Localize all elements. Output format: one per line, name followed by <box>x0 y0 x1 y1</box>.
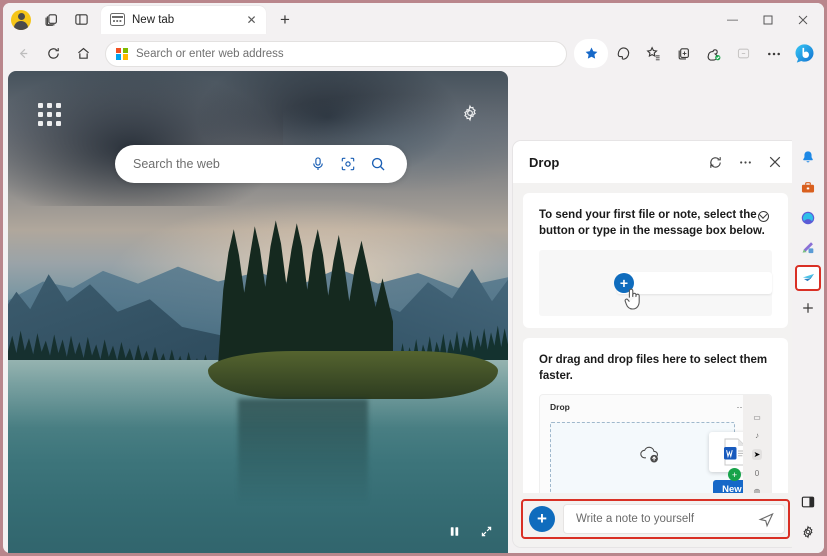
app-launcher-grid-icon[interactable] <box>38 103 61 126</box>
work-briefcase-icon[interactable] <box>795 175 821 201</box>
mini-drop-window-header: Drop ··· ✕ <box>540 395 771 419</box>
drop-panel-body: To send your first file or note, select … <box>513 183 798 493</box>
more-options-icon[interactable] <box>732 149 758 175</box>
drop-compose-highlight: + Write a note to yourself <box>521 499 790 539</box>
drop-intro-card: To send your first file or note, select … <box>523 193 788 328</box>
split-screen-icon[interactable] <box>639 39 668 68</box>
drop-compose-area: + Write a note to yourself <box>513 493 798 547</box>
edge-sidebar-rail <box>792 139 824 553</box>
drop-panel-title: Drop <box>529 155 698 170</box>
extensions-icon[interactable] <box>699 39 728 68</box>
drop-dragdrop-illustration: Drop ··· ✕ <box>539 394 772 493</box>
reload-button[interactable] <box>39 39 68 68</box>
close-icon[interactable] <box>762 149 788 175</box>
back-button[interactable] <box>9 39 38 68</box>
avatar <box>11 10 31 30</box>
maximize-button[interactable] <box>750 3 785 36</box>
tab-actions-icon[interactable] <box>37 6 65 34</box>
drop-intro-text: To send your first file or note, select … <box>539 207 772 240</box>
copilot-icon[interactable] <box>795 205 821 231</box>
rail-bottom-group <box>795 489 821 553</box>
mini-rail-icon-1: ▭ <box>753 413 761 422</box>
drop-intro-text-before: To send your first file or note, select … <box>539 209 757 221</box>
designer-icon[interactable] <box>795 235 821 261</box>
search-icon[interactable] <box>363 149 393 179</box>
settings-more-icon[interactable] <box>759 39 788 68</box>
refresh-icon[interactable] <box>702 149 728 175</box>
minimize-button[interactable]: — <box>715 3 750 36</box>
mini-rail-icon-2: ♪ <box>755 431 759 440</box>
drop-intro-illustration: + <box>539 250 772 316</box>
cursor-hand-icon <box>621 286 645 317</box>
copilot-bing-button[interactable] <box>791 40 818 67</box>
mini-drop-title: Drop <box>550 402 729 412</box>
collections-icon[interactable] <box>669 39 698 68</box>
mini-rail-icon-drop: ➤ <box>752 449 763 460</box>
send-icon[interactable] <box>756 509 776 529</box>
profile-avatar-button[interactable] <box>7 6 35 34</box>
notifications-bell-icon[interactable] <box>795 145 821 171</box>
address-input[interactable]: Search or enter web address <box>105 41 567 67</box>
expand-icon[interactable] <box>476 521 496 541</box>
drop-dragdrop-text: Or drag and drop files here to select th… <box>539 352 772 385</box>
visual-search-icon[interactable] <box>333 149 363 179</box>
add-circle-inline-icon <box>758 211 769 222</box>
read-aloud-icon[interactable] <box>729 39 758 68</box>
background-media-controls <box>444 521 496 541</box>
drop-sidebar-panel: Drop To send your f <box>513 141 798 547</box>
cloud-upload-icon <box>639 444 663 469</box>
background-image <box>8 71 508 553</box>
microphone-icon[interactable] <box>303 149 333 179</box>
page-settings-gear-icon[interactable] <box>459 102 481 124</box>
toolbar-icons <box>574 39 818 68</box>
search-placeholder: Search the web <box>133 157 303 171</box>
window-controls: — <box>715 3 820 36</box>
new-tab-page: Search the web <box>8 71 508 553</box>
sidebar-settings-gear-icon[interactable] <box>795 519 821 545</box>
browser-tab[interactable]: New tab ✕ <box>101 6 266 34</box>
mini-rail-icon-4: 0 <box>755 469 759 478</box>
tab-close-icon[interactable]: ✕ <box>243 11 260 28</box>
close-window-button[interactable] <box>785 3 820 36</box>
pause-icon[interactable] <box>444 521 464 541</box>
drop-icon[interactable] <box>795 265 821 291</box>
note-input[interactable]: Write a note to yourself <box>563 504 785 534</box>
add-sidebar-app-icon[interactable] <box>795 295 821 321</box>
toggle-sidebar-icon[interactable] <box>795 489 821 515</box>
microsoft-logo-icon <box>116 48 128 60</box>
attach-add-button[interactable]: + <box>529 506 555 532</box>
vertical-tabs-icon[interactable] <box>67 6 95 34</box>
new-tab-button[interactable]: + <box>272 7 298 33</box>
address-bar: Search or enter web address <box>3 36 824 71</box>
tab-bar: New tab ✕ + — <box>3 3 824 36</box>
favorites-star-icon[interactable] <box>574 39 608 68</box>
drop-panel-header: Drop <box>513 141 798 183</box>
drop-intro-text-after: button or type in the message box below. <box>539 225 765 237</box>
home-button[interactable] <box>69 39 98 68</box>
mini-rail-icon-5: ◍ <box>754 487 761 493</box>
browser-window: New tab ✕ + — <box>0 0 827 556</box>
address-placeholder: Search or enter web address <box>136 48 558 60</box>
content-area: Search the web <box>3 71 824 553</box>
browser-essentials-icon[interactable] <box>609 39 638 68</box>
drop-dragdrop-card: Or drag and drop files here to select th… <box>523 338 788 493</box>
mini-sidebar-rail: ▭ ♪ ➤ 0 ◍ + <box>743 395 771 493</box>
web-search-box[interactable]: Search the web <box>115 145 407 183</box>
tab-title: New tab <box>132 14 236 26</box>
note-input-placeholder: Write a note to yourself <box>576 513 750 525</box>
new-tab-favicon-icon <box>110 13 125 26</box>
